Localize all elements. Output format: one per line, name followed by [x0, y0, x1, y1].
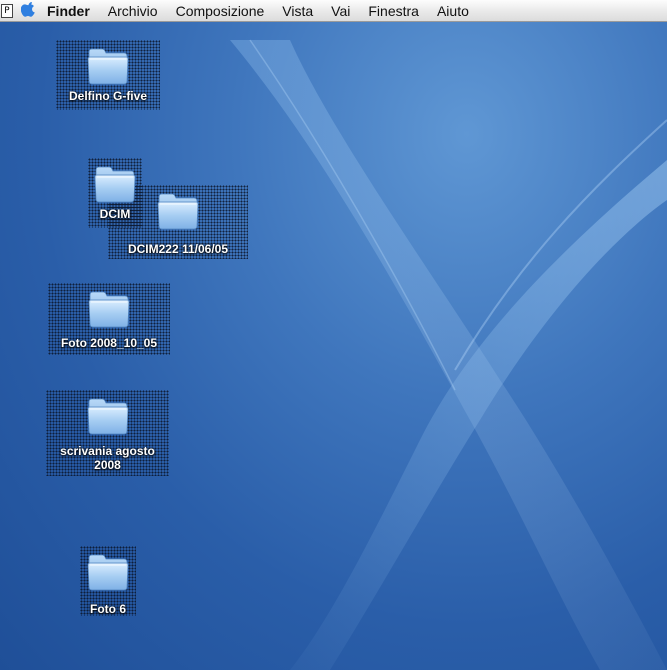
menu-composizione[interactable]: Composizione: [167, 0, 274, 22]
desktop-icon-delfino[interactable]: Delfino G-five: [56, 40, 160, 110]
desktop[interactable]: P Finder Archivio Composizione Vista Vai…: [0, 0, 667, 670]
menu-vai[interactable]: Vai: [322, 0, 359, 22]
apple-menu-icon[interactable]: [13, 0, 43, 22]
icon-label: DCIM: [99, 207, 131, 221]
folder-icon: [156, 189, 200, 233]
folder-icon: [93, 162, 137, 206]
icon-label: Delfino G-five: [68, 89, 147, 103]
menu-archivio[interactable]: Archivio: [99, 0, 167, 22]
menu-vista[interactable]: Vista: [273, 0, 322, 22]
icon-label: Foto 2008_10_05: [60, 336, 158, 350]
icon-label: DCIM222 11/06/05: [127, 242, 229, 256]
folder-icon: [86, 550, 130, 594]
icon-label: Foto 6: [90, 602, 126, 616]
desktop-icon-foto-2008[interactable]: Foto 2008_10_05: [48, 283, 170, 355]
folder-icon: [87, 287, 131, 331]
menu-finestra[interactable]: Finestra: [359, 0, 428, 22]
icon-label: scrivania agosto 2008: [60, 444, 155, 472]
menu-finder[interactable]: Finder: [43, 0, 99, 22]
folder-icon: [86, 44, 130, 88]
pixie-badge[interactable]: P: [1, 3, 13, 18]
folder-icon: [86, 394, 130, 438]
desktop-icon-foto-6[interactable]: Foto 6: [80, 546, 136, 616]
desktop-icon-scrivania[interactable]: scrivania agosto 2008: [46, 390, 169, 476]
menu-aiuto[interactable]: Aiuto: [428, 0, 478, 22]
menu-bar: P Finder Archivio Composizione Vista Vai…: [0, 0, 667, 22]
